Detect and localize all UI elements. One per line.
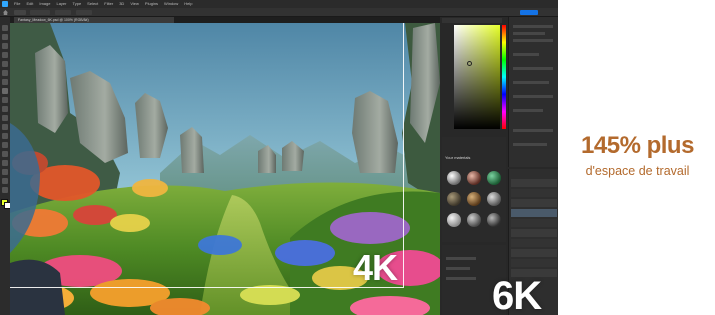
menu-item-type[interactable]: Type [73, 0, 82, 8]
material-sphere-2[interactable] [467, 171, 481, 185]
properties-row[interactable] [513, 39, 553, 42]
properties-row[interactable] [513, 109, 543, 112]
layer-row[interactable] [511, 179, 557, 187]
properties-row[interactable] [513, 129, 553, 132]
properties-row[interactable] [513, 53, 539, 56]
material-sphere-5[interactable] [467, 192, 481, 206]
adjustment-row[interactable] [446, 257, 476, 260]
properties-row[interactable] [513, 25, 553, 28]
move-tool-icon[interactable] [2, 25, 8, 31]
subline: d'espace de travail [585, 164, 690, 178]
properties-row[interactable] [513, 81, 549, 84]
gradient-tool-icon[interactable] [2, 124, 8, 130]
menu-item-window[interactable]: Window [164, 0, 178, 8]
hand-tool-icon[interactable] [2, 178, 8, 184]
layer-row[interactable] [511, 249, 557, 257]
material-sphere-8[interactable] [467, 213, 481, 227]
tools-panel [0, 17, 11, 315]
share-button[interactable] [520, 10, 538, 15]
zoom-tool-icon[interactable] [2, 187, 8, 193]
headline: 145% plus [581, 132, 694, 159]
crop-tool-icon[interactable] [2, 61, 8, 67]
color-picker-cursor-icon [467, 61, 472, 66]
material-sphere-7[interactable] [447, 213, 461, 227]
material-sphere-1[interactable] [447, 171, 461, 185]
app-logo-icon [2, 1, 8, 7]
eraser-tool-icon[interactable] [2, 115, 8, 121]
color-panel-tabs[interactable] [442, 18, 502, 23]
menu-item-help[interactable]: Help [184, 0, 192, 8]
menu-item-view[interactable]: View [130, 0, 139, 8]
material-sphere-9[interactable] [487, 213, 501, 227]
menu-item-image[interactable]: Image [39, 0, 50, 8]
hue-slider[interactable] [502, 25, 506, 129]
layer-row[interactable] [511, 239, 557, 247]
layer-row[interactable] [511, 209, 557, 217]
marquee-tool-icon[interactable] [2, 34, 8, 40]
6k-label: 6K [492, 274, 542, 315]
rectangle-tool-icon[interactable] [2, 169, 8, 175]
material-sphere-6[interactable] [487, 192, 501, 206]
lasso-tool-icon[interactable] [2, 43, 8, 49]
eyedropper-tool-icon[interactable] [2, 70, 8, 76]
4k-label: 4K [353, 247, 398, 288]
adjustment-row[interactable] [446, 267, 470, 270]
material-sphere-3[interactable] [487, 171, 501, 185]
opacity-field[interactable] [55, 10, 71, 15]
properties-row[interactable] [513, 67, 553, 70]
properties-row[interactable] [513, 95, 553, 98]
menu-item-plugins[interactable]: Plugins [145, 0, 158, 8]
right-panels: Your materials [440, 17, 558, 315]
quick-select-tool-icon[interactable] [2, 52, 8, 58]
layer-row[interactable] [511, 219, 557, 227]
layer-row[interactable] [511, 199, 557, 207]
materials-panel: Your materials [442, 137, 506, 242]
menu-item-layer[interactable]: Layer [56, 0, 66, 8]
options-bar [0, 8, 558, 17]
layer-row[interactable] [511, 259, 557, 267]
menu-item-file[interactable]: File [14, 0, 20, 8]
menu-item-3d[interactable]: 3D [119, 0, 124, 8]
layer-row[interactable] [511, 189, 557, 197]
menu-item-filter[interactable]: Filter [104, 0, 113, 8]
materials-heading: Your materials [445, 155, 471, 160]
brush-preset-picker[interactable] [14, 10, 26, 15]
document-tab-title: Fantasy_Meadow_6K.psd @ 100% (RGB/8#) [18, 18, 89, 22]
brush-tool-icon[interactable] [2, 88, 8, 94]
material-sphere-4[interactable] [447, 192, 461, 206]
healing-brush-tool-icon[interactable] [2, 79, 8, 85]
dodge-tool-icon[interactable] [2, 133, 8, 139]
photoshop-window: File Edit Image Layer Type Select Filter… [0, 0, 558, 315]
properties-row[interactable] [513, 32, 545, 35]
mode-dropdown[interactable] [30, 10, 50, 15]
clone-stamp-tool-icon[interactable] [2, 97, 8, 103]
4k-area-outline [10, 23, 404, 288]
type-tool-icon[interactable] [2, 151, 8, 157]
path-select-tool-icon[interactable] [2, 160, 8, 166]
color-picker-field[interactable] [454, 25, 500, 129]
properties-row[interactable] [513, 143, 547, 146]
home-icon[interactable] [3, 10, 8, 15]
history-brush-tool-icon[interactable] [2, 106, 8, 112]
canvas-area[interactable]: 4K [10, 23, 440, 315]
properties-panel [508, 17, 558, 167]
menu-item-select[interactable]: Select [87, 0, 98, 8]
menu-bar: File Edit Image Layer Type Select Filter… [0, 0, 558, 8]
menu-item-edit[interactable]: Edit [26, 0, 33, 8]
pen-tool-icon[interactable] [2, 142, 8, 148]
flow-field[interactable] [76, 10, 92, 15]
layer-row[interactable] [511, 229, 557, 237]
adjustment-row[interactable] [446, 277, 476, 280]
